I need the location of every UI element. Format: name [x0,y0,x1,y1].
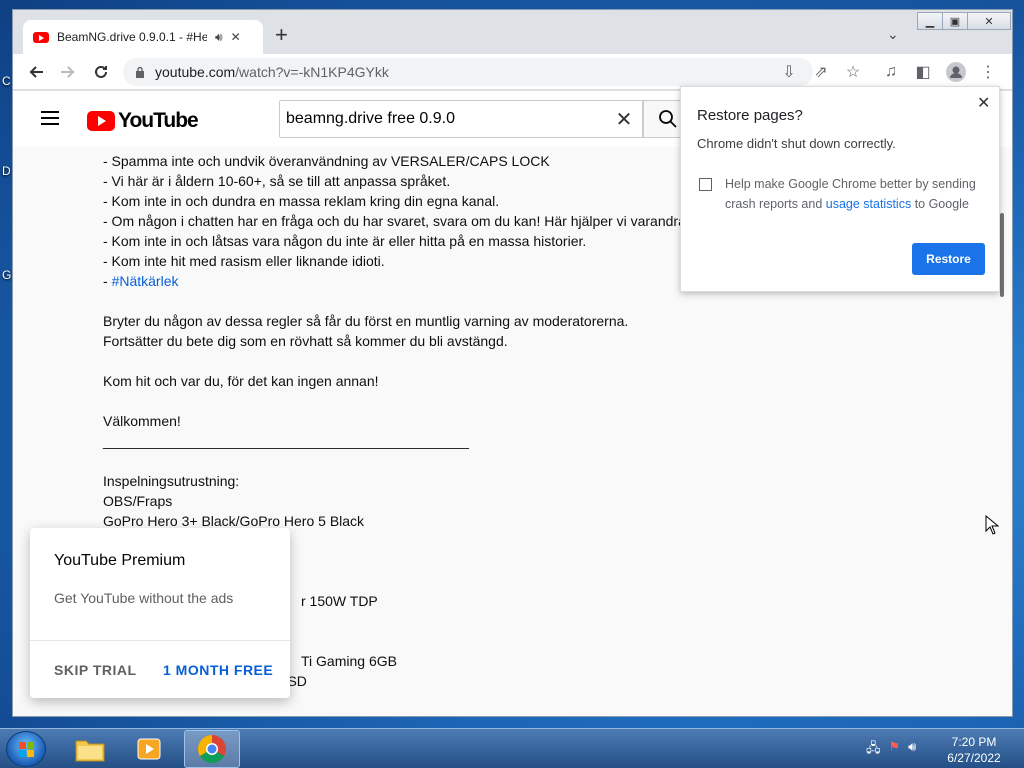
search-query: beamng.drive free 0.9.0 [286,110,455,127]
restore-pages-dialog: Restore pages? ✕ Chrome didn't shut down… [680,86,1000,292]
description-line [103,351,703,371]
chrome-menu-icon[interactable]: ⋮ [976,60,1000,84]
clear-search-icon[interactable]: ✕ [606,107,642,132]
install-app-icon[interactable]: ⇩ [777,60,801,84]
divider [30,640,290,641]
restore-button[interactable]: Restore [912,243,985,275]
close-tab-icon[interactable]: ✕ [231,30,241,44]
desktop-icon-label-fragment: G [2,268,12,282]
skip-trial-button[interactable]: SKIP TRIAL [54,662,137,678]
desktop-icon-label-fragment: D [2,164,11,178]
description-line: - Kom inte in och låtsas vara någon du i… [103,233,587,249]
desktop-icon-label-fragment: C [2,74,11,88]
description-line: Fortsätter du bete dig som en rövhatt så… [103,333,508,349]
description-line: Inspelningsutrustning: [103,473,240,489]
browser-tab[interactable]: BeamNG.drive 0.9.0.1 - #Hed 🔊︎ ✕ [23,20,263,54]
hashtag-link[interactable]: #Nätkärlek [112,273,179,289]
guide-menu-icon[interactable] [41,111,59,125]
description-line: - Vi här är i åldern 10-60+, så se till … [103,173,451,189]
taskbar-media-player[interactable] [122,730,178,768]
bookmark-star-icon[interactable]: ☆ [841,60,865,84]
maximize-button[interactable]: ▣ [942,12,968,30]
description-line: - Kom inte hit med rasism eller liknande… [103,253,385,269]
description-line [103,291,703,311]
description-line: - Om någon i chatten har en fråga och du… [103,213,690,229]
clock[interactable]: 7:20 PM 6/27/2022 [944,734,1004,766]
description-line: - Kom inte in och dundra en massa reklam… [103,193,500,209]
minimize-button[interactable]: ▁ [917,12,943,30]
scrollbar-thumb[interactable] [1000,213,1004,297]
url-path: /watch?v=-kN1KP4GYkk [235,64,389,80]
address-bar[interactable]: youtube.com/watch?v=-kN1KP4GYkk [123,58,813,86]
description-line: - #Nätkärlek [103,273,179,289]
search-input[interactable]: beamng.drive free 0.9.0 ✕ [279,100,643,138]
crash-report-label: Help make Google Chrome better by sendin… [725,177,976,211]
speaker-icon[interactable]: 🔊︎ [215,30,223,45]
youtube-favicon-icon [33,31,49,43]
profile-avatar-icon[interactable] [944,60,968,84]
forward-icon[interactable] [56,60,80,84]
description-line [103,451,703,471]
month-free-button[interactable]: 1 MONTH FREE [163,662,273,678]
close-icon[interactable]: ✕ [977,93,990,113]
network-icon[interactable]: 🖧︎ [866,739,881,761]
title-bar: BeamNG.drive 0.9.0.1 - #Hed 🔊︎ ✕ + ⌄ ▁ ▣… [13,10,1012,54]
start-button[interactable] [6,731,46,767]
lock-icon [136,66,144,78]
youtube-logo[interactable]: YouTube [87,109,199,133]
taskbar-explorer[interactable] [62,730,118,768]
folder-icon [75,740,105,762]
volume-icon[interactable]: 🔊︎ [908,739,916,761]
tab-title: BeamNG.drive 0.9.0.1 - #Hed [57,30,207,44]
new-tab-button[interactable]: + [275,24,288,46]
action-center-icon[interactable]: ⚑ [889,739,901,761]
media-player-icon [137,738,161,760]
system-tray: 🖧︎ ⚑ 🔊︎ [866,739,916,761]
promo-title: YouTube Premium [54,552,186,569]
mouse-cursor-icon [985,515,999,535]
description-line: - Spamma inte och undvik överanvändning … [103,153,550,169]
description-line [103,391,703,411]
clock-time: 7:20 PM [951,735,997,749]
restore-dialog-title: Restore pages? [697,107,803,124]
restore-dialog-message: Chrome didn't shut down correctly. [697,136,896,151]
description-line: ________________________________________… [103,433,469,449]
browser-toolbar: youtube.com/watch?v=-kN1KP4GYkk ⇩ ⇗ ☆ ♫ … [13,54,1012,90]
url-host: youtube.com [155,64,236,80]
taskbar: 🖧︎ ⚑ 🔊︎ 7:20 PM 6/27/2022 [0,728,1024,768]
tab-search-icon[interactable]: ⌄ [887,26,899,43]
windows-logo-icon [19,742,34,757]
taskbar-chrome[interactable] [184,730,240,768]
search-icon [659,110,677,128]
clock-date: 6/27/2022 [947,751,1001,765]
side-panel-icon[interactable]: ◧ [911,60,935,84]
description-line: Bryter du någon av dessa regler så får d… [103,313,629,329]
promo-subtitle: Get YouTube without the ads [54,590,234,606]
crash-report-checkbox[interactable] [699,178,712,191]
media-controls-icon[interactable]: ♫ [879,60,903,84]
youtube-play-icon [87,111,115,131]
youtube-premium-promo: YouTube Premium Get YouTube without the … [30,528,290,698]
chrome-icon [198,735,226,763]
description-line: Välkommen! [103,413,181,429]
share-icon[interactable]: ⇗ [809,60,833,84]
description-line: OBS/Fraps [103,493,173,509]
close-window-button[interactable]: ✕ [967,12,1011,30]
description-line: Kom hit och var du, för det kan ingen an… [103,373,379,389]
back-icon[interactable] [24,60,48,84]
reload-icon[interactable] [89,60,113,84]
usage-statistics-link[interactable]: usage statistics [826,197,911,211]
